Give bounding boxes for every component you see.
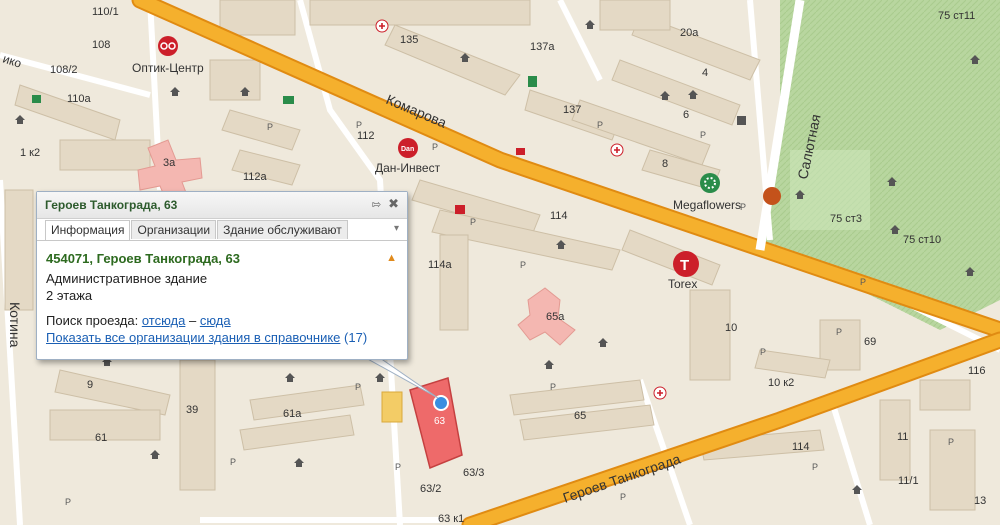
shop-icon bbox=[528, 76, 537, 87]
svg-text:P: P bbox=[597, 120, 603, 130]
floors-count: 2 этажа bbox=[46, 288, 93, 303]
svg-text:P: P bbox=[395, 462, 401, 472]
svg-text:75 ст10: 75 ст10 bbox=[903, 234, 941, 246]
svg-text:69: 69 bbox=[864, 336, 876, 348]
svg-text:10: 10 bbox=[725, 322, 737, 334]
svg-text:P: P bbox=[356, 120, 362, 130]
svg-text:P: P bbox=[267, 122, 273, 132]
svg-text:P: P bbox=[836, 327, 842, 337]
tab-information[interactable]: Информация bbox=[45, 220, 131, 240]
svg-text:61а: 61а bbox=[283, 408, 302, 420]
svg-text:T: T bbox=[680, 257, 689, 274]
svg-text:61: 61 bbox=[95, 432, 107, 444]
building-type: Административное здание bbox=[46, 271, 208, 286]
svg-text:P: P bbox=[355, 382, 361, 392]
svg-text:63/3: 63/3 bbox=[463, 467, 484, 479]
svg-text:112: 112 bbox=[357, 130, 375, 142]
svg-text:110а: 110а bbox=[67, 93, 92, 105]
svg-text:63 к1: 63 к1 bbox=[438, 513, 464, 525]
pin-icon[interactable]: ⇰ bbox=[372, 198, 381, 211]
svg-text:6: 6 bbox=[683, 109, 689, 121]
svg-text:P: P bbox=[620, 492, 626, 502]
svg-text:135: 135 bbox=[400, 34, 418, 46]
svg-text:20а: 20а bbox=[680, 27, 699, 39]
svg-text:Dan: Dan bbox=[401, 146, 414, 153]
flower-icon bbox=[700, 173, 720, 193]
marker-pin-icon bbox=[433, 395, 449, 411]
svg-text:108: 108 bbox=[92, 39, 110, 51]
all-orgs-row: Показать все организации здания в справо… bbox=[46, 330, 367, 345]
popup-tabs: Информация Организации Здание обслуживают … bbox=[45, 220, 399, 240]
svg-text:P: P bbox=[520, 260, 526, 270]
route-to-link[interactable]: сюда bbox=[200, 313, 231, 328]
svg-text:1 к2: 1 к2 bbox=[20, 147, 40, 159]
svg-text:P: P bbox=[550, 382, 556, 392]
tab-organizations[interactable]: Организации bbox=[131, 220, 217, 239]
all-orgs-link[interactable]: Показать все организации здания в справо… bbox=[46, 330, 340, 345]
route-dash: – bbox=[188, 313, 197, 328]
svg-text:75 ст3: 75 ст3 bbox=[830, 213, 862, 225]
svg-text:65: 65 bbox=[574, 410, 586, 422]
atm-icon bbox=[455, 205, 465, 214]
svg-text:137а: 137а bbox=[530, 41, 555, 53]
svg-text:39: 39 bbox=[186, 404, 198, 416]
svg-text:11/1: 11/1 bbox=[898, 475, 919, 487]
svg-text:P: P bbox=[948, 437, 954, 447]
route-row: Поиск проезда: отсюда – сюда bbox=[46, 313, 231, 328]
svg-text:P: P bbox=[812, 462, 818, 472]
cafe-icon bbox=[516, 148, 525, 155]
svg-text:13: 13 bbox=[974, 495, 986, 507]
svg-text:10 к2: 10 к2 bbox=[768, 377, 794, 389]
street-label-kotina: Котина bbox=[7, 302, 23, 348]
svg-text:8: 8 bbox=[662, 158, 668, 170]
svg-text:114: 114 bbox=[550, 210, 568, 222]
svg-text:108/2: 108/2 bbox=[50, 64, 78, 76]
close-icon[interactable]: ✖ bbox=[388, 196, 399, 212]
svg-text:114а: 114а bbox=[428, 259, 453, 271]
popup-header: Героев Танкограда, 63 ⇰ ✖ bbox=[37, 192, 407, 219]
svg-text:112а: 112а bbox=[243, 171, 268, 183]
svg-text:3а: 3а bbox=[163, 157, 176, 169]
svg-text:4: 4 bbox=[702, 67, 708, 79]
svg-text:114: 114 bbox=[792, 441, 810, 453]
restaurant-icon bbox=[763, 187, 781, 205]
mail-icon bbox=[283, 96, 294, 104]
warning-icon[interactable]: ▲ bbox=[386, 252, 397, 264]
tab-building-services[interactable]: Здание обслуживают bbox=[217, 220, 348, 239]
svg-text:65а: 65а bbox=[546, 311, 565, 323]
tabs-scroll-icon[interactable]: ▾ bbox=[394, 223, 399, 234]
poi-label-dan: Дан-Инвест bbox=[375, 161, 441, 175]
building-info-popup: Героев Танкограда, 63 ⇰ ✖ Информация Орга… bbox=[36, 191, 408, 360]
svg-text:P: P bbox=[860, 277, 866, 287]
adjacent-building-yellow bbox=[381, 391, 403, 423]
svg-text:116: 116 bbox=[968, 365, 986, 377]
popup-body: 454071, Героев Танкограда, 63 ▲ Админист… bbox=[37, 240, 407, 345]
org-count: (17) bbox=[344, 330, 368, 345]
poi-label-torex: Torex bbox=[668, 277, 697, 291]
svg-text:63/2: 63/2 bbox=[420, 483, 441, 495]
svg-text:110/1: 110/1 bbox=[92, 6, 119, 18]
popup-title: Героев Танкограда, 63 bbox=[45, 198, 178, 212]
route-label: Поиск проезда: bbox=[46, 313, 139, 328]
poi-label-optik: Оптик-Центр bbox=[132, 61, 204, 75]
svg-text:P: P bbox=[470, 217, 476, 227]
svg-text:11: 11 bbox=[897, 431, 908, 443]
svg-text:75 ст11: 75 ст11 bbox=[938, 10, 975, 22]
svg-text:P: P bbox=[700, 130, 706, 140]
svg-text:9: 9 bbox=[87, 379, 93, 391]
cart-icon bbox=[32, 95, 41, 103]
marker-label: 63 bbox=[434, 416, 446, 427]
svg-text:137: 137 bbox=[563, 104, 581, 116]
svg-text:P: P bbox=[65, 497, 71, 507]
svg-text:P: P bbox=[760, 347, 766, 357]
route-from-link[interactable]: отсюда bbox=[142, 313, 186, 328]
svg-text:P: P bbox=[432, 142, 438, 152]
svg-text:P: P bbox=[230, 457, 236, 467]
address-heading: 454071, Героев Танкограда, 63 bbox=[46, 251, 240, 266]
poi-label-megaflowers: Megaflowers bbox=[673, 198, 741, 212]
shop-icon-2 bbox=[737, 116, 746, 125]
